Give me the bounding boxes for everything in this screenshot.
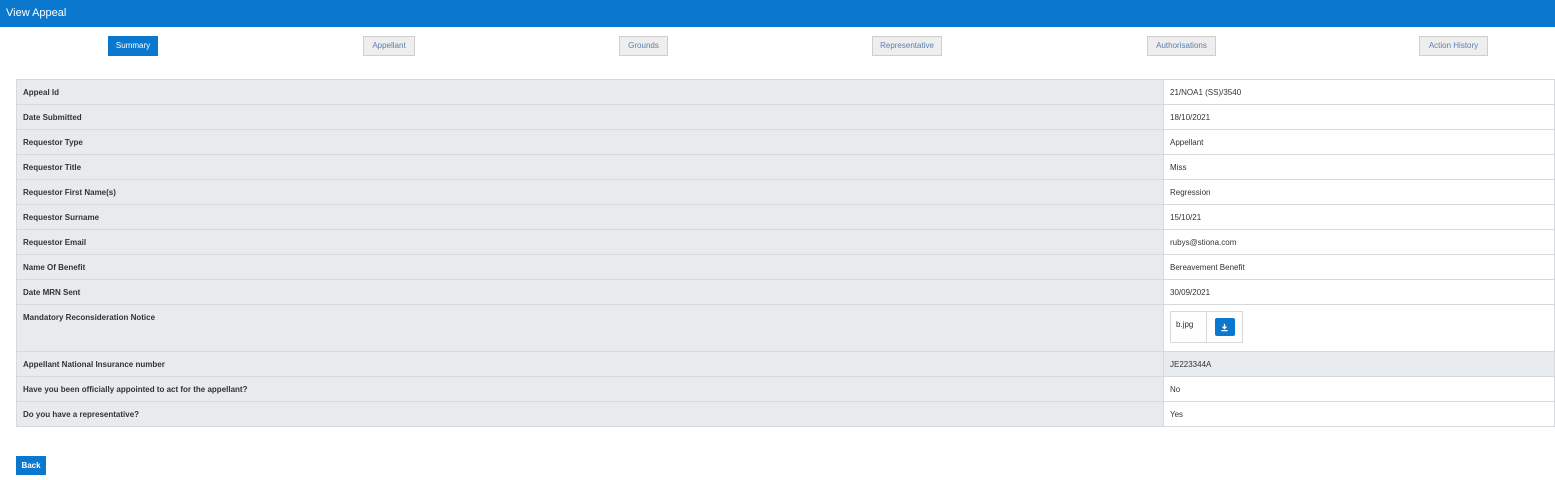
tab-grounds[interactable]: Grounds (619, 36, 668, 56)
tab-authorisations[interactable]: Authorisations (1147, 36, 1216, 56)
row-value-have-representative: Yes (1163, 401, 1555, 427)
row-value-requestor-email: rubys@stiona.com (1163, 229, 1555, 255)
row-value-date-submitted: 18/10/2021 (1163, 104, 1555, 130)
tab-representative[interactable]: Representative (872, 36, 942, 56)
row-label-requestor-first-names: Requestor First Name(s) (16, 179, 1164, 205)
table-row: Appellant National Insurance number JE22… (16, 351, 1555, 377)
table-row: Requestor Surname 15/10/21 (16, 204, 1555, 230)
row-value-requestor-first-names: Regression (1163, 179, 1555, 205)
summary-table: Appeal Id 21/NOA1 (SS)/3540 Date Submitt… (16, 79, 1555, 427)
table-row: Have you been officially appointed to ac… (16, 376, 1555, 402)
tab-summary[interactable]: Summary (108, 36, 158, 56)
table-row: Requestor First Name(s) Regression (16, 179, 1555, 205)
row-label-requestor-title: Requestor Title (16, 154, 1164, 180)
row-label-date-submitted: Date Submitted (16, 104, 1164, 130)
row-label-officially-appointed: Have you been officially appointed to ac… (16, 376, 1164, 402)
table-row: Date MRN Sent 30/09/2021 (16, 279, 1555, 305)
row-label-have-representative: Do you have a representative? (16, 401, 1164, 427)
row-value-national-insurance-number: JE223344A (1163, 351, 1555, 377)
file-download-cell (1207, 312, 1242, 342)
row-value-officially-appointed: No (1163, 376, 1555, 402)
row-value-date-mrn-sent: 30/09/2021 (1163, 279, 1555, 305)
tab-action-history[interactable]: Action History (1419, 36, 1488, 56)
row-label-national-insurance-number: Appellant National Insurance number (16, 351, 1164, 377)
table-row: Requestor Email rubys@stiona.com (16, 229, 1555, 255)
row-label-mandatory-reconsideration-notice: Mandatory Reconsideration Notice (16, 304, 1164, 352)
back-button[interactable]: Back (16, 456, 46, 475)
row-label-name-of-benefit: Name Of Benefit (16, 254, 1164, 280)
table-row: Date Submitted 18/10/2021 (16, 104, 1555, 130)
row-value-requestor-type: Appellant (1163, 129, 1555, 155)
table-row: Do you have a representative? Yes (16, 401, 1555, 427)
file-attachment: b.jpg (1170, 311, 1243, 343)
table-row: Requestor Type Appellant (16, 129, 1555, 155)
row-value-name-of-benefit: Bereavement Benefit (1163, 254, 1555, 280)
row-label-requestor-type: Requestor Type (16, 129, 1164, 155)
row-label-requestor-email: Requestor Email (16, 229, 1164, 255)
row-value-requestor-surname: 15/10/21 (1163, 204, 1555, 230)
row-label-date-mrn-sent: Date MRN Sent (16, 279, 1164, 305)
row-value-appeal-id: 21/NOA1 (SS)/3540 (1163, 79, 1555, 105)
file-name: b.jpg (1171, 312, 1207, 342)
page-header: View Appeal (0, 0, 1555, 27)
table-row: Name Of Benefit Bereavement Benefit (16, 254, 1555, 280)
page-title: View Appeal (6, 7, 67, 19)
row-label-requestor-surname: Requestor Surname (16, 204, 1164, 230)
tab-appellant[interactable]: Appellant (363, 36, 415, 56)
table-row: Mandatory Reconsideration Notice b.jpg (16, 304, 1555, 352)
row-label-appeal-id: Appeal Id (16, 79, 1164, 105)
download-icon (1221, 323, 1228, 331)
table-row: Requestor Title Miss (16, 154, 1555, 180)
row-value-requestor-title: Miss (1163, 154, 1555, 180)
download-button[interactable] (1214, 318, 1235, 336)
table-row: Appeal Id 21/NOA1 (SS)/3540 (16, 79, 1555, 105)
row-value-mandatory-reconsideration-notice: b.jpg (1163, 304, 1555, 352)
